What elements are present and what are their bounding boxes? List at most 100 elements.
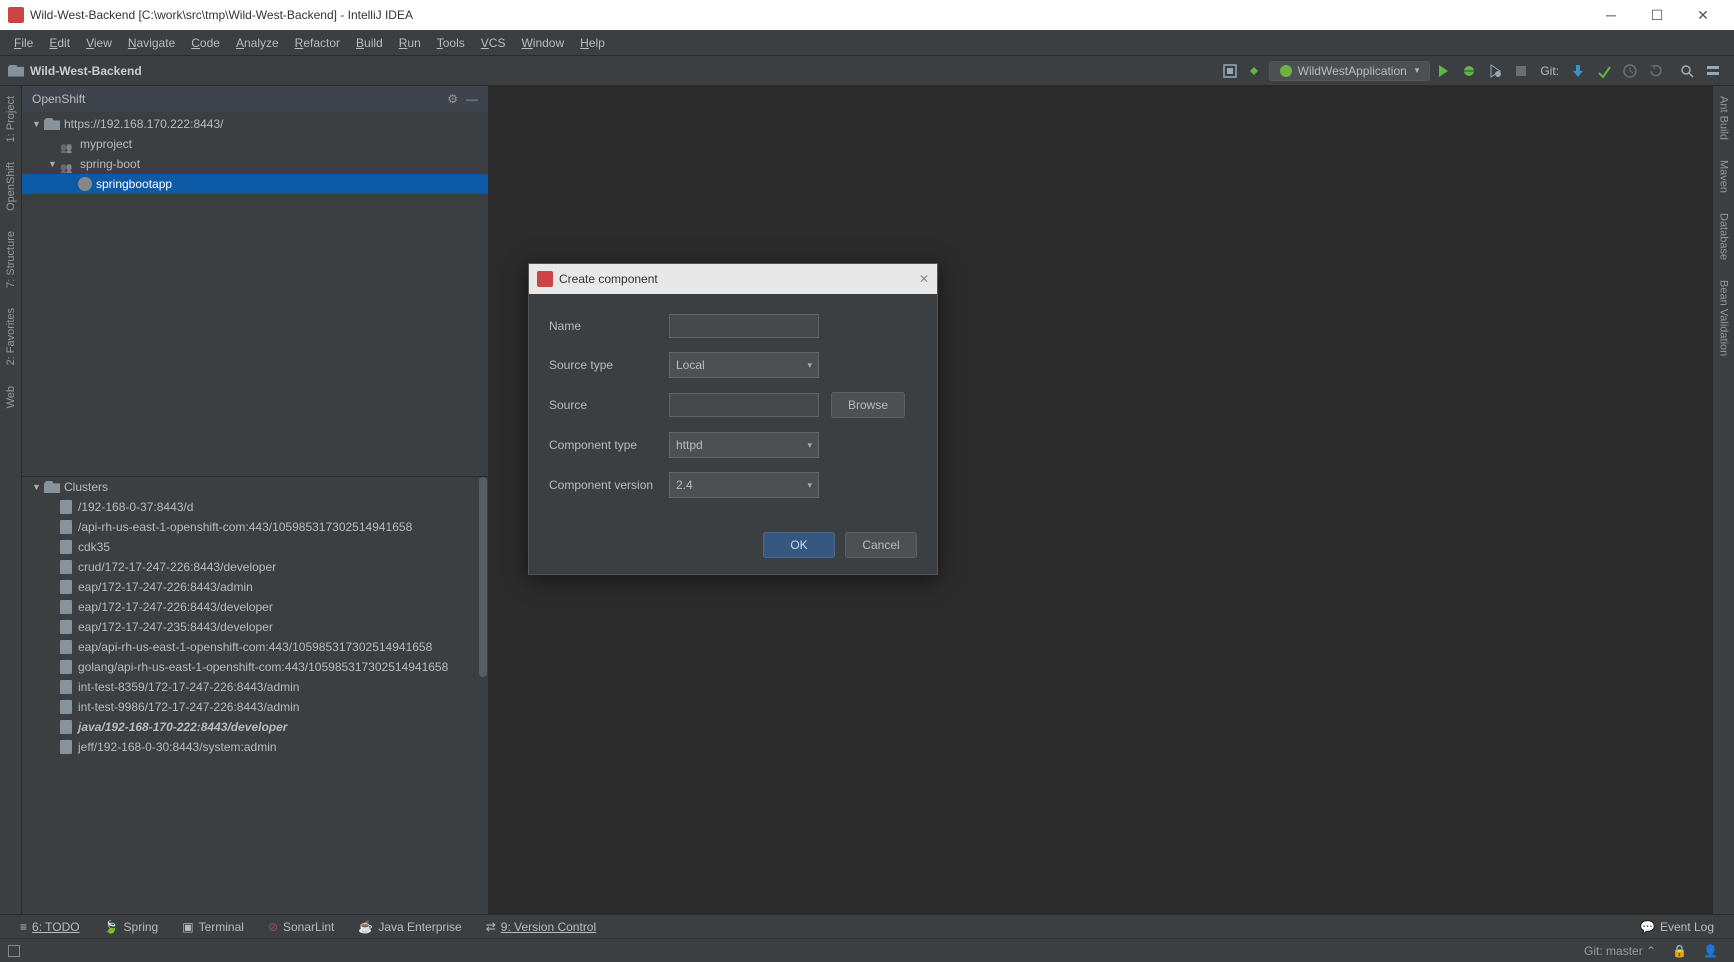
maximize-button[interactable]: ☐ (1634, 0, 1680, 30)
lock-icon[interactable]: 🔒 (1664, 944, 1695, 958)
menu-window[interactable]: Window (513, 30, 572, 56)
right-tab-database[interactable]: Database (1716, 203, 1732, 270)
right-gutter: Ant BuildMavenDatabaseBean Validation (1712, 86, 1734, 914)
vcs-commit-icon[interactable] (1596, 63, 1612, 79)
cluster-label: cdk35 (78, 538, 110, 556)
left-tab-favorites[interactable]: 2: Favorites (3, 298, 19, 375)
menu-vcs[interactable]: VCS (473, 30, 514, 56)
cluster-row[interactable]: int-test-9986/172-17-247-226:8443/admin (22, 697, 488, 717)
browse-button[interactable]: Browse (831, 392, 905, 418)
run-button[interactable] (1435, 63, 1451, 79)
hammer-icon[interactable] (1248, 63, 1264, 79)
bottom-todo[interactable]: ≡ 6: TODO (8, 920, 92, 934)
cluster-row[interactable]: java/192-168-170-222:8443/developer (22, 717, 488, 737)
left-tab-web[interactable]: Web (3, 376, 19, 418)
bottom-terminal[interactable]: ▣ Terminal (170, 920, 256, 934)
menu-file[interactable]: File (6, 30, 41, 56)
clusters-header-row[interactable]: ▼ Clusters (22, 477, 488, 497)
cluster-row[interactable]: eap/172-17-247-226:8443/developer (22, 597, 488, 617)
cancel-button[interactable]: Cancel (845, 532, 917, 558)
create-component-dialog: Create component ✕ Name Source type Loca… (528, 263, 938, 575)
breadcrumb[interactable]: Wild-West-Backend (30, 64, 142, 78)
component-version-select[interactable]: 2.4 (669, 472, 819, 498)
bottom-eventlog[interactable]: 💬 Event Log (1628, 920, 1726, 934)
left-gutter: 1: ProjectOpenShift7: Structure2: Favori… (0, 86, 22, 914)
dialog-close-icon[interactable]: ✕ (919, 272, 929, 286)
git-label: Git: (1540, 64, 1559, 78)
menu-help[interactable]: Help (572, 30, 613, 56)
tree-node-springboot[interactable]: ▼ spring-boot (22, 154, 488, 174)
cluster-label: /api-rh-us-east-1-openshift-com:443/1059… (78, 518, 412, 536)
bottom-je[interactable]: ☕ Java Enterprise (346, 920, 473, 934)
toolbar: Wild-West-Backend WildWestApplication Gi… (0, 56, 1734, 86)
menu-tools[interactable]: Tools (429, 30, 473, 56)
right-tab-antbuild[interactable]: Ant Build (1716, 86, 1732, 150)
cluster-row[interactable]: eap/api-rh-us-east-1-openshift-com:443/1… (22, 637, 488, 657)
source-type-select[interactable]: Local (669, 352, 819, 378)
menu-view[interactable]: View (78, 30, 120, 56)
coverage-icon[interactable] (1487, 63, 1503, 79)
name-input[interactable] (669, 314, 819, 338)
right-tab-maven[interactable]: Maven (1716, 150, 1732, 203)
tree-node-server[interactable]: ▼ https://192.168.170.222:8443/ (22, 114, 488, 134)
cluster-row[interactable]: golang/api-rh-us-east-1-openshift-com:44… (22, 657, 488, 677)
titlebar: Wild-West-Backend [C:\work\src\tmp\Wild-… (0, 0, 1734, 30)
search-icon[interactable] (1679, 63, 1695, 79)
right-tab-beanvalidation[interactable]: Bean Validation (1716, 270, 1732, 366)
git-branch[interactable]: Git: master ⌃ (1576, 944, 1664, 958)
dialog-titlebar[interactable]: Create component ✕ (529, 264, 937, 294)
menu-navigate[interactable]: Navigate (120, 30, 183, 56)
folder-icon (8, 65, 24, 77)
tree-label: springbootapp (96, 175, 172, 193)
vcs-revert-icon[interactable] (1648, 63, 1664, 79)
clusters-header-label: Clusters (64, 478, 108, 496)
cluster-row[interactable]: eap/172-17-247-235:8443/developer (22, 617, 488, 637)
window-title: Wild-West-Backend [C:\work\src\tmp\Wild-… (30, 8, 413, 22)
menu-refactor[interactable]: Refactor (287, 30, 348, 56)
cluster-label: java/192-168-170-222:8443/developer (78, 718, 287, 736)
run-config-dropdown[interactable]: WildWestApplication (1269, 61, 1431, 81)
hide-icon[interactable]: — (466, 92, 478, 106)
gear-icon[interactable]: ⚙ (447, 92, 458, 106)
component-type-select[interactable]: httpd (669, 432, 819, 458)
left-tab-project[interactable]: 1: Project (3, 86, 19, 152)
hector-icon[interactable]: 👤 (1695, 944, 1726, 958)
menu-run[interactable]: Run (391, 30, 429, 56)
bottom-spring[interactable]: 🍃 Spring (92, 920, 171, 934)
left-tab-openshift[interactable]: OpenShift (3, 152, 19, 221)
tree-label: https://192.168.170.222:8443/ (64, 115, 223, 133)
source-input[interactable] (669, 393, 819, 417)
close-button[interactable]: ✕ (1680, 0, 1726, 30)
menu-build[interactable]: Build (348, 30, 391, 56)
vcs-update-icon[interactable] (1570, 63, 1586, 79)
left-tab-structure[interactable]: 7: Structure (3, 221, 19, 298)
ide-settings-icon[interactable] (1705, 63, 1721, 79)
tree-node-myproject[interactable]: myproject (22, 134, 488, 154)
bottom-vc[interactable]: ⇄ 9: Version Control (474, 920, 608, 934)
bottom-sonar[interactable]: ⊘ SonarLint (256, 920, 346, 934)
build-icon[interactable] (1222, 63, 1238, 79)
tree-node-app[interactable]: springbootapp (22, 174, 488, 194)
cluster-label: jeff/192-168-0-30:8443/system:admin (78, 738, 277, 756)
cluster-row[interactable]: cdk35 (22, 537, 488, 557)
menu-edit[interactable]: Edit (41, 30, 78, 56)
cluster-row[interactable]: jeff/192-168-0-30:8443/system:admin (22, 737, 488, 757)
menu-analyze[interactable]: Analyze (228, 30, 287, 56)
scrollbar-thumb[interactable] (479, 477, 487, 677)
cluster-label: int-test-8359/172-17-247-226:8443/admin (78, 678, 299, 696)
ok-button[interactable]: OK (763, 532, 835, 558)
cluster-row[interactable]: /api-rh-us-east-1-openshift-com:443/1059… (22, 517, 488, 537)
vcs-history-icon[interactable] (1622, 63, 1638, 79)
menu-code[interactable]: Code (183, 30, 228, 56)
name-label: Name (549, 319, 669, 333)
cluster-row[interactable]: /192-168-0-37:8443/d (22, 497, 488, 517)
minimize-button[interactable]: ─ (1588, 0, 1634, 30)
status-indicator-icon[interactable] (8, 945, 20, 957)
debug-button[interactable] (1461, 63, 1477, 79)
cluster-row[interactable]: crud/172-17-247-226:8443/developer (22, 557, 488, 577)
bottom-toolbar: ≡ 6: TODO 🍃 Spring ▣ Terminal ⊘ SonarLin… (0, 914, 1734, 938)
source-type-label: Source type (549, 358, 669, 372)
cluster-row[interactable]: int-test-8359/172-17-247-226:8443/admin (22, 677, 488, 697)
app-icon (8, 7, 24, 23)
cluster-row[interactable]: eap/172-17-247-226:8443/admin (22, 577, 488, 597)
